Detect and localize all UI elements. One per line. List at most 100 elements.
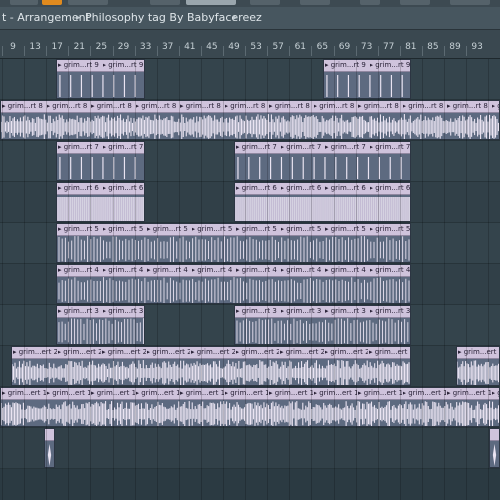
chevron-right-icon: ▸	[76, 13, 81, 23]
clip-label: ▸ grim...rt 4	[147, 266, 188, 274]
audio-clip[interactable]: ▸ grim...rt 3 ▸ grim...rt 3 ▸ grim...rt 3 ▸…	[234, 305, 411, 345]
waveform	[457, 360, 499, 385]
audio-clip[interactable]: ▸ grim...ert 2 ▸ grim...ert 2 ▸ grim...ert…	[11, 346, 411, 386]
audio-clip[interactable]: ▸ grim...rt 6 ▸ grim...rt 6	[56, 182, 145, 222]
clip-label: ▸ grim...rt 8	[180, 102, 221, 110]
playlist-track[interactable]	[0, 428, 500, 469]
clip-header[interactable]: ▸ grim...rt 7 ▸ grim...rt 7 ▸ grim...rt 7 ▸…	[235, 142, 410, 154]
playlist-track[interactable]: ▸ grim...rt 7 ▸ grim...rt 7 ▸ grim...rt 7 ▸…	[0, 141, 500, 182]
clip-label: ▸ grim...rt 3	[369, 307, 411, 315]
bar-number-label: 89	[449, 42, 461, 52]
clip-header[interactable]: ▸ grim...rt 6 ▸ grim...rt 6 ▸ grim...rt 6 ▸…	[235, 183, 410, 195]
ruler-tick	[245, 46, 247, 56]
clip-label: ▸ grim...ert 2	[102, 348, 146, 356]
audio-clip[interactable]: ▸ grim...rt 4 ▸ grim...rt 4 ▸ grim...rt 4 ▸…	[56, 264, 411, 304]
clip-label: ▸ grim...rt 3	[236, 307, 277, 315]
bar-number-label: 13	[29, 42, 41, 52]
audio-clip[interactable]: ▸ grim...rt 9 ▸ grim...rt 9	[323, 59, 411, 99]
clip-header[interactable]	[490, 429, 499, 441]
clip-label: ▸ grim...ert 1	[2, 389, 46, 397]
toolbar-button[interactable]	[360, 0, 380, 5]
waveform	[58, 318, 144, 344]
playlist-track[interactable]: ▸ grim...rt 4 ▸ grim...rt 4 ▸ grim...rt 4 ▸…	[0, 264, 500, 305]
audio-clip[interactable]: ▸ grim...rt 6 ▸ grim...rt 6 ▸ grim...rt 6 ▸…	[234, 182, 411, 222]
chevron-right-icon[interactable]: ▸	[233, 7, 238, 29]
clip-label: ▸ grim...ert 2	[280, 348, 324, 356]
clip-label: ▸ grim...rt 7	[369, 143, 411, 151]
ruler-tick	[355, 46, 357, 56]
clip-label: ▸ grim...ert 1	[91, 389, 135, 397]
bar-number-label: 57	[272, 42, 284, 52]
ruler-tick	[134, 46, 136, 56]
audio-clip[interactable]: ▸ grim...rt 5 ▸ grim...rt 5 ▸ grim...rt 5 ▸…	[56, 223, 411, 263]
bar-number-label: 73	[360, 42, 373, 52]
waveform	[58, 236, 410, 262]
toolbar-button[interactable]	[450, 0, 490, 5]
ruler-tick	[466, 46, 468, 56]
clip-header[interactable]: ▸ grim...rt 4 ▸ grim...rt 4 ▸ grim...rt 4 ▸…	[57, 265, 410, 277]
clip-label: ▸ grim...ert 2	[146, 348, 191, 356]
waveform	[326, 75, 403, 97]
playlist-track[interactable]: ▸ grim...ert 1 ▸ grim...ert 1 ▸ grim...ert…	[0, 387, 500, 428]
clip-header[interactable]: ▸ grim...rt 3 ▸ grim...rt 3	[57, 306, 144, 318]
clip-label: ▸ grim...ert 1	[224, 389, 269, 397]
clip-label: ▸ grim...rt 4	[280, 266, 322, 274]
toolbar-button[interactable]	[250, 0, 280, 5]
audio-clip[interactable]: ▸ grim...ert 2	[456, 346, 500, 386]
waveform	[59, 157, 136, 179]
bar-number-label: 77	[382, 42, 395, 52]
clip-label: ▸ grim...ert 1	[135, 389, 180, 397]
clip-label: ▸ grim...ert 1	[358, 389, 402, 397]
audio-clip[interactable]: ▸ grim...rt 7 ▸ grim...rt 7	[56, 141, 145, 181]
clip-header[interactable]: ▸ grim...ert 2	[457, 347, 499, 359]
bar-number-label: 9	[10, 42, 16, 52]
clip-label: ▸ grim...rt 9	[58, 61, 99, 69]
clip-header[interactable]: ▸ grim...rt 8 ▸ grim...rt 8 ▸ grim...rt 8 ▸…	[1, 101, 499, 113]
record-toggle-button[interactable]	[42, 0, 62, 5]
audio-clip[interactable]: ▸ grim...rt 3 ▸ grim...rt 3	[56, 305, 145, 345]
audio-clip[interactable]: ▸ grim...rt 7 ▸ grim...rt 7 ▸ grim...rt 7 ▸…	[234, 141, 411, 181]
timeline-ruler[interactable]: 9 13 17 21 25 29 33 37 41 45 49 53 57 61 65 69 73 77 81 85 8…	[0, 30, 500, 59]
bar-number-label: 21	[73, 42, 86, 52]
clip-header[interactable]: ▸ grim...rt 6 ▸ grim...rt 6	[57, 183, 144, 195]
clip-label: ▸ grim...rt 4	[236, 266, 277, 274]
clip-header[interactable]: ▸ grim...rt 9 ▸ grim...rt 9	[324, 60, 410, 72]
clip-label: ▸ grim...rt 3	[280, 307, 322, 315]
toolbar-button[interactable]	[400, 0, 430, 5]
audio-clip[interactable]	[44, 428, 55, 468]
toolbar-button[interactable]	[150, 0, 180, 5]
clip-label: ▸ grim...rt 3	[325, 307, 366, 315]
clip-header[interactable]: ▸ grim...rt 5 ▸ grim...rt 5 ▸ grim...rt 5 ▸…	[57, 224, 410, 236]
clip-header[interactable]: ▸ grim...ert 1 ▸ grim...ert 1 ▸ grim...ert…	[1, 388, 499, 400]
ruler-tick	[333, 46, 335, 56]
playlist-track[interactable]: ▸ grim...rt 9 ▸ grim...rt 9 ▸ grim...rt 9 ▸…	[0, 59, 500, 100]
ruler-tick	[421, 46, 423, 56]
clip-label: ▸ grim...rt 6	[102, 184, 144, 192]
clip-header[interactable]	[45, 429, 54, 441]
clip-header[interactable]: ▸ grim...rt 3 ▸ grim...rt 3 ▸ grim...rt 3 ▸…	[235, 306, 410, 318]
audio-clip[interactable]: ▸ grim...ert 1 ▸ grim...ert 1 ▸ grim...ert…	[0, 387, 500, 427]
playlist-track[interactable]: ▸ grim...rt 3 ▸ grim...rt 3 ▸ grim...rt 3 ▸…	[0, 305, 500, 346]
toolbar-button[interactable]	[300, 0, 330, 5]
clip-label: ▸ grim...rt 8	[358, 102, 399, 110]
playlist-track[interactable]: ▸ grim...rt 5 ▸ grim...rt 5 ▸ grim...rt 5 ▸…	[0, 223, 500, 264]
audio-clip[interactable]: ▸ grim...rt 8 ▸ grim...rt 8 ▸ grim...rt 8 ▸…	[0, 100, 500, 140]
toolbar-button[interactable]	[68, 0, 108, 5]
playlist-titlebar[interactable]: t - Arrangement ▸ Philosophy tag By Baby…	[0, 7, 500, 30]
clip-label: ▸ grim...ert 2	[324, 348, 369, 356]
ruler-tick	[156, 46, 158, 56]
waveform	[1, 114, 499, 139]
toolbar-button[interactable]	[10, 0, 38, 5]
playlist-track[interactable]: ▸ grim...rt 6 ▸ grim...rt 6 ▸ grim...rt 6 ▸…	[0, 182, 500, 223]
playlist-track[interactable]: ▸ grim...ert 2 ▸ grim...ert 2 ▸ grim...ert…	[0, 346, 500, 387]
bar-number-label: 93	[471, 42, 483, 52]
ruler-tick	[311, 46, 313, 56]
clip-label: ▸ grim...rt 3	[102, 307, 144, 315]
clip-header[interactable]: ▸ grim...rt 9 ▸ grim...rt 9	[57, 60, 144, 72]
clip-header[interactable]: ▸ grim...ert 2 ▸ grim...ert 2 ▸ grim...ert…	[12, 347, 410, 359]
audio-clip[interactable]	[489, 428, 500, 468]
clip-label: ▸ grim...ert 2	[57, 348, 102, 356]
audio-clip[interactable]: ▸ grim...rt 9 ▸ grim...rt 9	[56, 59, 145, 99]
playlist-track[interactable]: ▸ grim...rt 8 ▸ grim...rt 8 ▸ grim...rt 8 ▸…	[0, 100, 500, 141]
clip-header[interactable]: ▸ grim...rt 7 ▸ grim...rt 7	[57, 142, 144, 154]
